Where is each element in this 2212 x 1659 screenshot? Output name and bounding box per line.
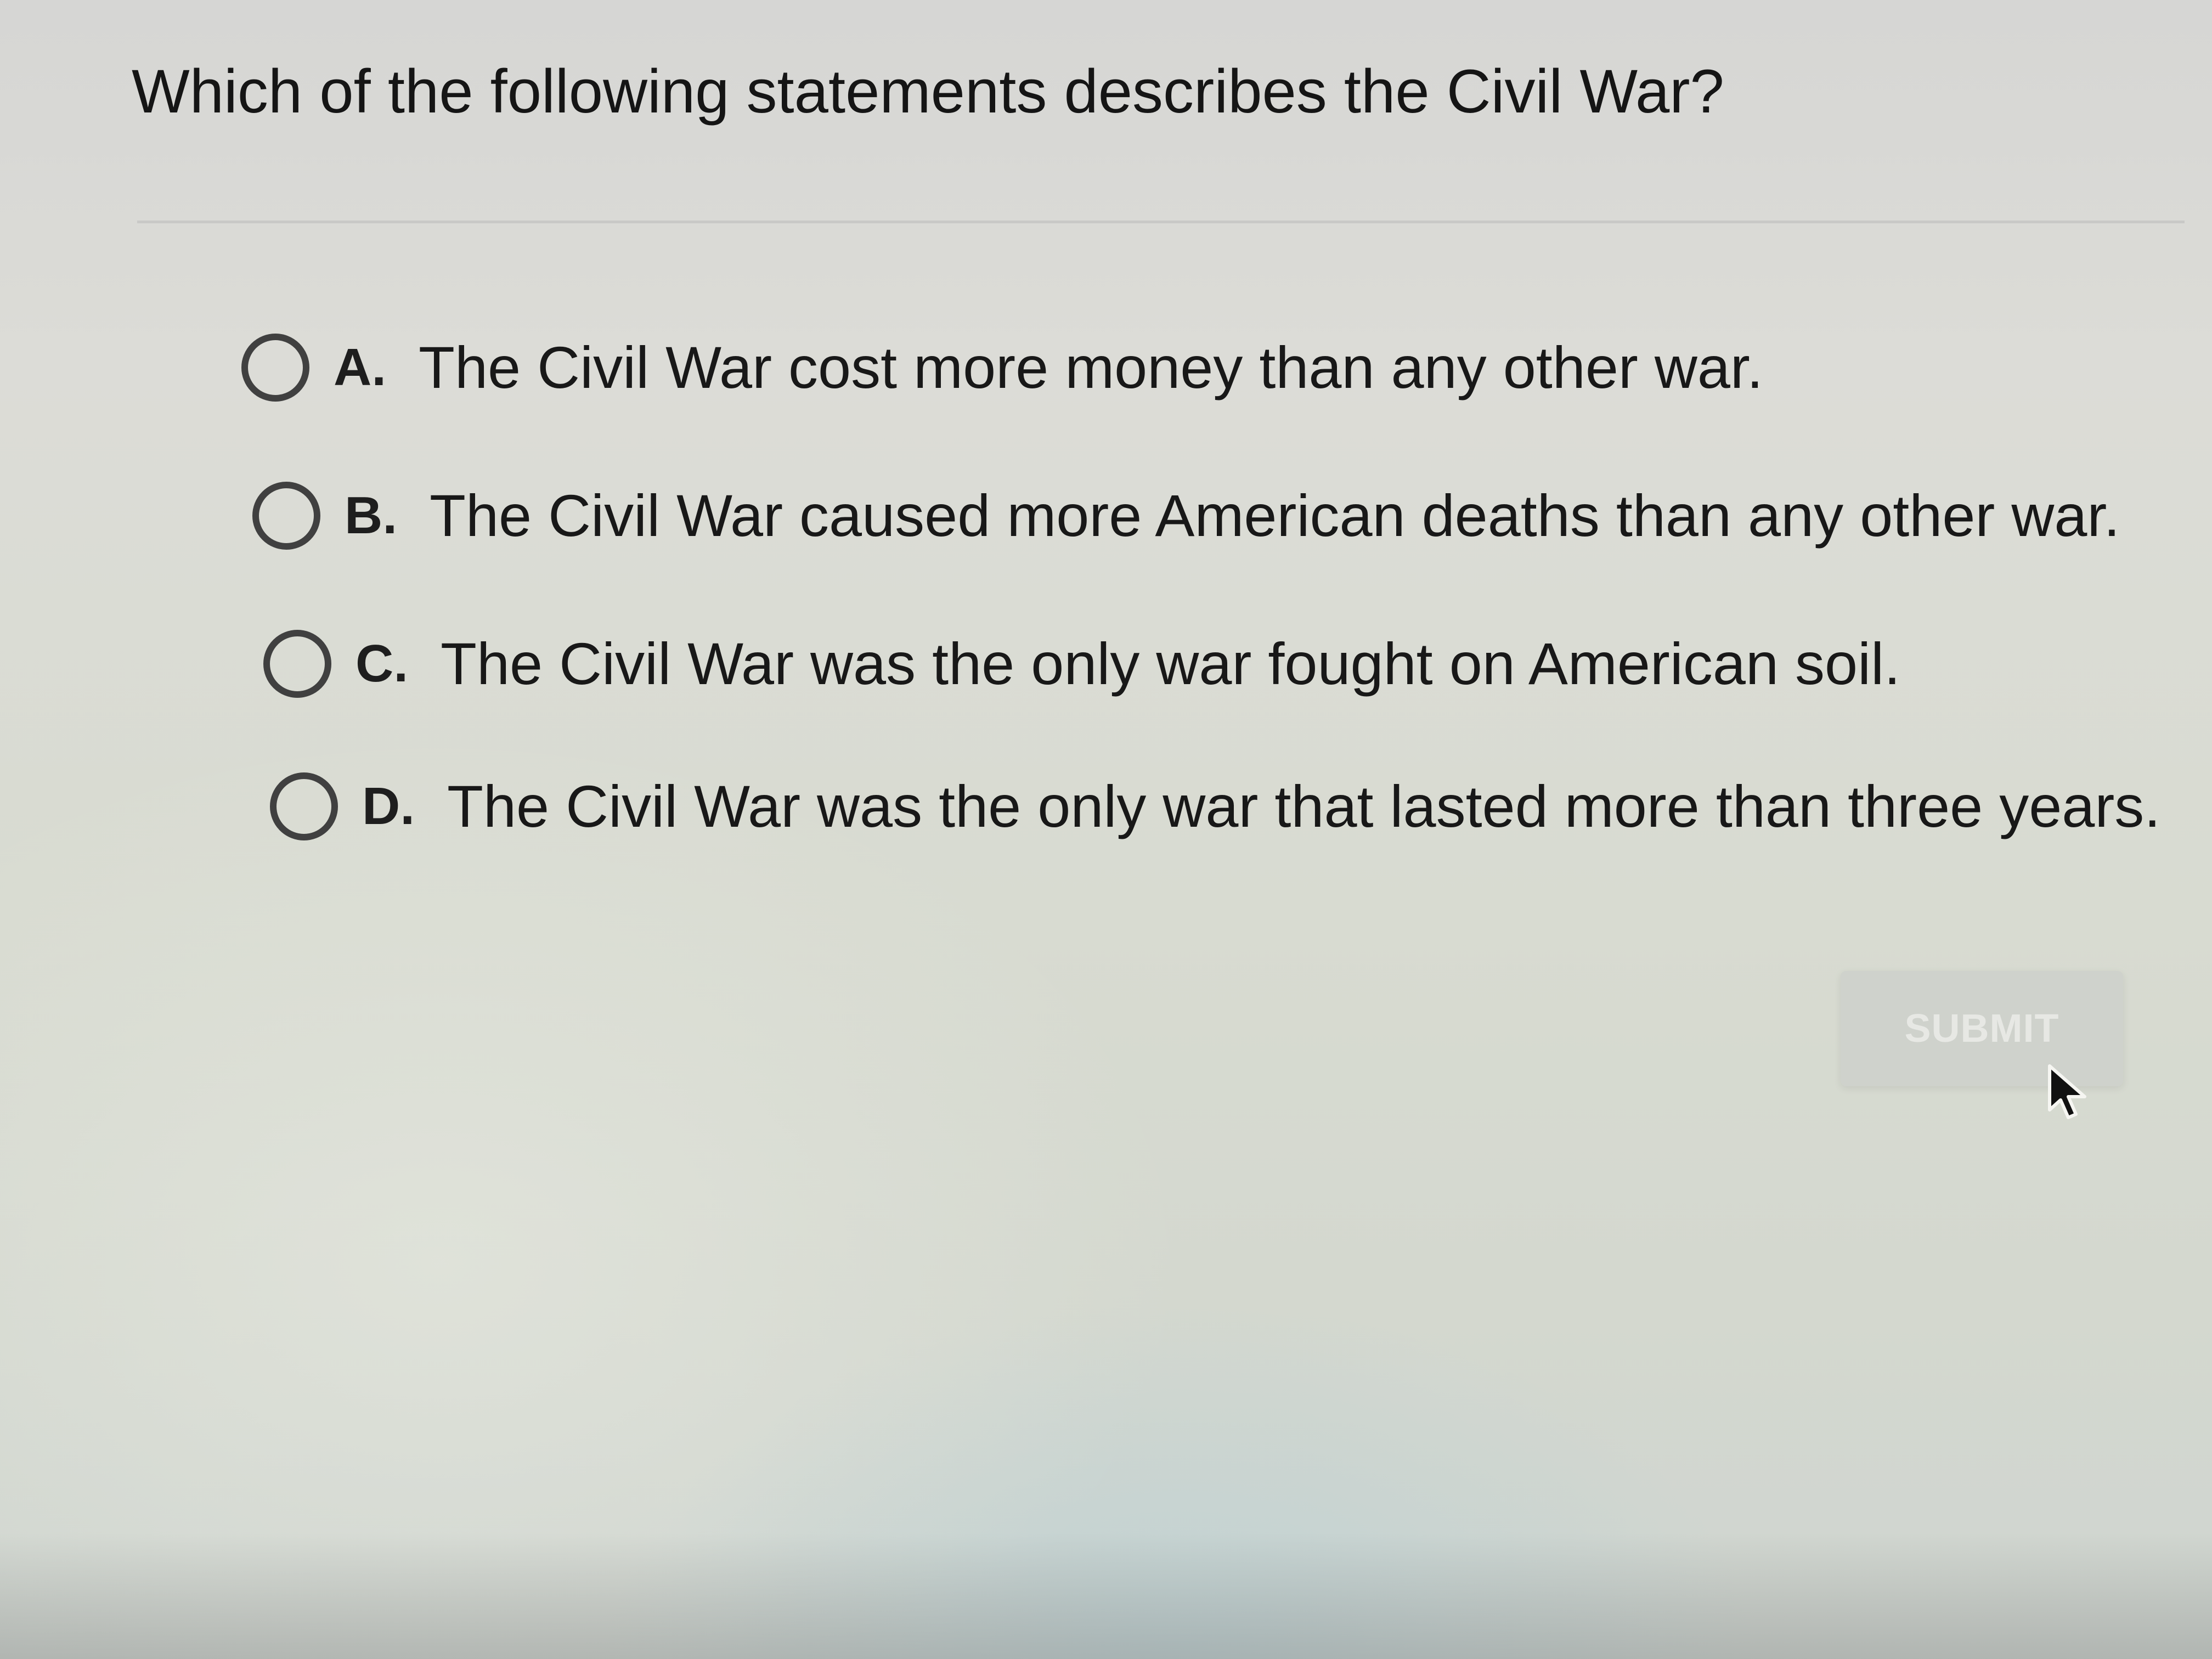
- option-d-text: The Civil War was the only war that last…: [447, 773, 2161, 839]
- option-c[interactable]: C. The Civil War was the only war fought…: [263, 625, 1900, 702]
- screen-bottom-shadow: [0, 1533, 2212, 1659]
- option-b[interactable]: B. The Civil War caused more American de…: [252, 477, 2120, 554]
- option-c-letter: C.: [356, 634, 408, 693]
- answer-options: A. The Civil War cost more money than an…: [0, 0, 2212, 933]
- option-a[interactable]: A. The Civil War cost more money than an…: [241, 329, 1763, 406]
- option-d-letter: D.: [362, 777, 415, 836]
- radio-unchecked-icon[interactable]: [270, 772, 338, 840]
- option-b-letter: B.: [345, 486, 397, 545]
- submit-label: SUBMIT: [1904, 1007, 2059, 1051]
- mouse-pointer-icon: [2048, 1064, 2086, 1119]
- option-d[interactable]: D. The Civil War was the only war that l…: [270, 768, 2160, 845]
- option-c-text: The Civil War was the only war fought on…: [441, 630, 1901, 697]
- radio-unchecked-icon[interactable]: [252, 482, 320, 550]
- radio-unchecked-icon[interactable]: [241, 334, 309, 402]
- option-a-letter: A.: [334, 338, 386, 397]
- radio-unchecked-icon[interactable]: [263, 630, 331, 698]
- option-b-text: The Civil War caused more American death…: [430, 482, 2120, 549]
- option-a-text: The Civil War cost more money than any o…: [419, 334, 1763, 400]
